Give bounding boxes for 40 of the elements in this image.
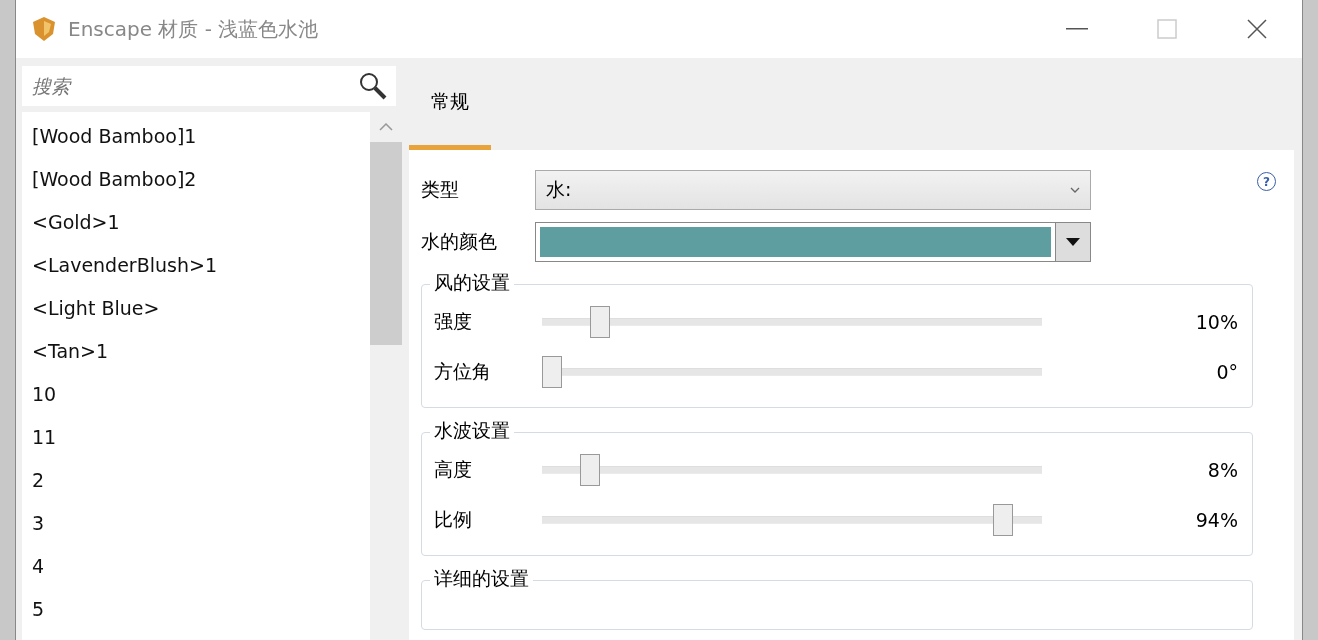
- caret-icon: [1066, 238, 1080, 246]
- maximize-icon[interactable]: [1157, 19, 1177, 39]
- slider-value: 8%: [1207, 459, 1239, 481]
- material-list-item[interactable]: 10: [22, 372, 370, 415]
- slider-value: 94%: [1195, 509, 1239, 531]
- material-list-item[interactable]: [Wood Bamboo]1: [22, 114, 370, 157]
- slider-thumb[interactable]: [993, 504, 1014, 536]
- slider-label: 比例: [434, 507, 473, 532]
- search-icon[interactable]: [358, 71, 388, 101]
- slider-value: 0°: [1216, 361, 1239, 383]
- color-picker[interactable]: [535, 222, 1091, 262]
- material-list-item[interactable]: <Tan>1: [22, 329, 370, 372]
- slider-thumb[interactable]: [580, 454, 601, 486]
- field-label: 水的颜色: [421, 229, 498, 254]
- slider-label: 方位角: [434, 359, 492, 384]
- shield-logo-icon: [30, 15, 58, 43]
- type-dropdown[interactable]: 水:: [535, 170, 1091, 210]
- minimize-icon[interactable]: [1066, 28, 1088, 30]
- material-list-item[interactable]: 4: [22, 544, 370, 587]
- field-label: 类型: [421, 177, 460, 202]
- material-list-item[interactable]: [Wood Bamboo]2: [22, 157, 370, 200]
- material-list-item[interactable]: 2: [22, 458, 370, 501]
- material-list-item[interactable]: 11: [22, 415, 370, 458]
- close-icon[interactable]: [1247, 19, 1267, 39]
- chevron-down-icon: [1070, 187, 1080, 193]
- search-field[interactable]: 搜索: [30, 74, 358, 98]
- slider-value: 10%: [1195, 311, 1239, 333]
- slider-thumb[interactable]: [542, 356, 562, 388]
- search-box[interactable]: 搜索: [22, 66, 396, 106]
- material-list-item[interactable]: <LavenderBlush>1: [22, 243, 370, 286]
- slider-label: 强度: [434, 309, 473, 334]
- scroll-up-icon[interactable]: [379, 123, 393, 131]
- slider-thumb[interactable]: [590, 306, 610, 338]
- material-list-item[interactable]: 3: [22, 501, 370, 544]
- slider-label: 高度: [434, 457, 473, 482]
- material-list-item[interactable]: <Light Blue>: [22, 286, 370, 329]
- material-list-item[interactable]: <Gold>1: [22, 200, 370, 243]
- window-title: Enscape 材质 - 浅蓝色水池: [68, 15, 319, 43]
- material-list-item[interactable]: 5: [22, 587, 370, 630]
- scrollbar-thumb[interactable]: [370, 142, 402, 345]
